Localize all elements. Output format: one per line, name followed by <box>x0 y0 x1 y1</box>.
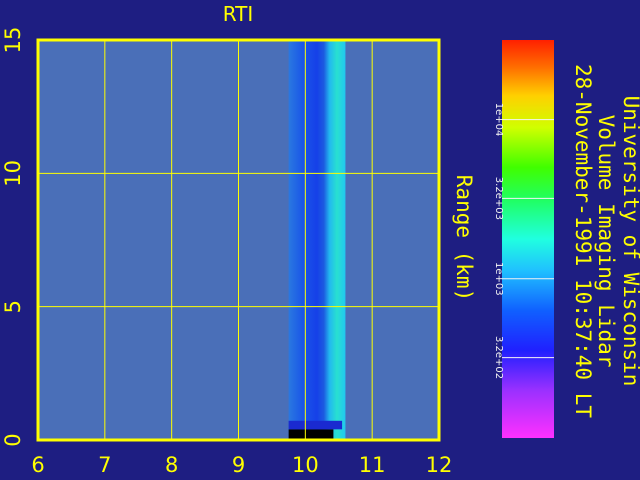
x-tick-labels: 6 7 8 9 10 11 12 <box>31 453 452 477</box>
y-tick-label: 15 <box>1 27 25 54</box>
y-tick-label: 5 <box>1 300 25 313</box>
x-tick-label: 11 <box>359 453 386 477</box>
annotations: University of WisconsinVolume Imaging Li… <box>571 64 640 418</box>
annotation-line: University of Wisconsin <box>619 96 640 387</box>
rti-data-column <box>288 40 346 440</box>
colorbar-tick-label: 1e+04 <box>493 103 504 137</box>
x-tick-label: 8 <box>165 453 178 477</box>
rti-near-range-band <box>288 420 343 430</box>
rti-chart: 6 7 8 9 10 11 12 0 5 10 15 RTI Range (km) 1e+04 3.… <box>1 2 640 477</box>
x-tick-label: 7 <box>98 453 111 477</box>
x-tick-label: 12 <box>426 453 453 477</box>
rti-blank-low-range <box>288 429 334 440</box>
colorbar-tick-label: 3.2e+03 <box>493 177 504 220</box>
annotation-line: Volume Imaging Lidar <box>594 115 618 368</box>
chart-title: RTI <box>223 2 254 26</box>
y-axis-label: Range (km) <box>452 175 476 301</box>
annotation-line: 28-November-1991 10:37:40 LT <box>571 64 595 418</box>
colorbar <box>502 40 554 438</box>
colorbar-tick-label: 1e+03 <box>493 262 504 296</box>
x-tick-label: 10 <box>292 453 319 477</box>
colorbar-tick-label: 3.2e+02 <box>493 336 504 379</box>
y-tick-label: 0 <box>1 433 25 446</box>
x-tick-label: 9 <box>232 453 245 477</box>
data-layer <box>288 40 346 440</box>
y-tick-label: 10 <box>1 160 25 187</box>
x-tick-label: 6 <box>31 453 44 477</box>
y-tick-labels: 0 5 10 15 <box>1 27 25 447</box>
